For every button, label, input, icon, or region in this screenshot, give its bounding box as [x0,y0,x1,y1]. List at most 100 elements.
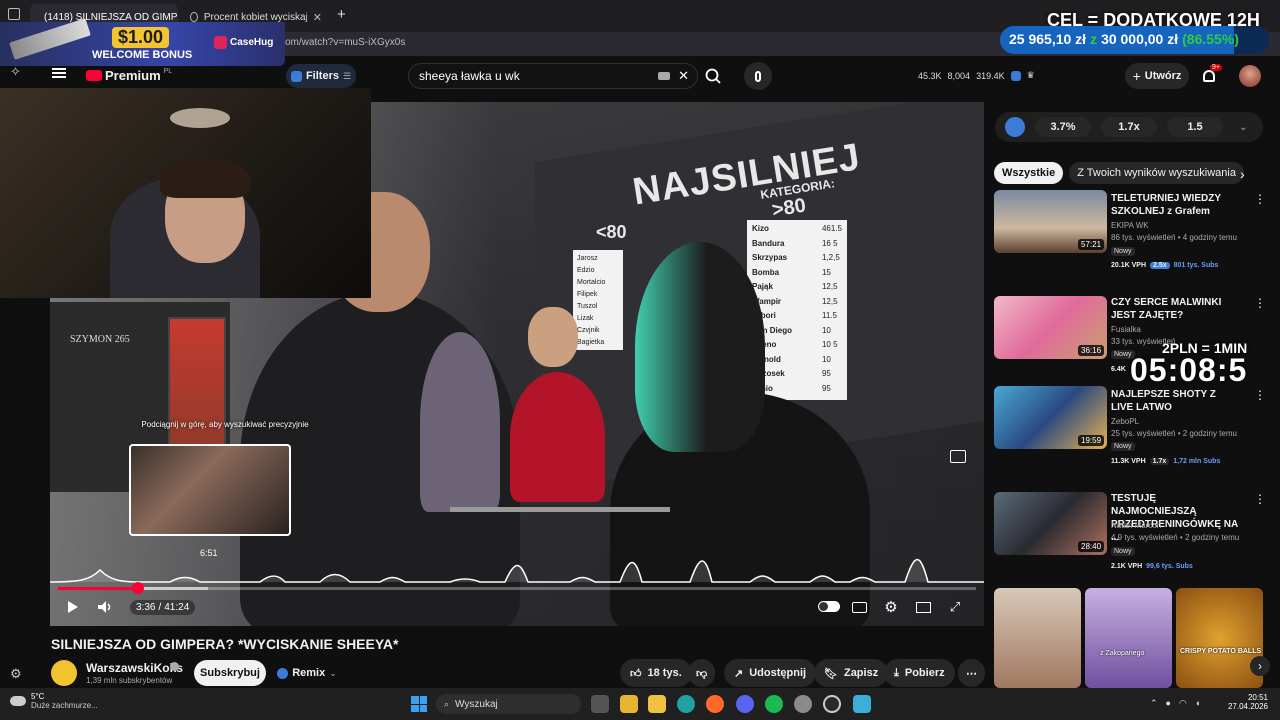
microphone-icon[interactable]: ● [1166,698,1171,709]
clock[interactable]: 20:51 27.04.2026 [1218,693,1268,711]
play-button[interactable] [61,596,83,618]
short-thumbnail[interactable] [1176,588,1263,688]
vph: 20.1K VPH [1111,262,1147,269]
sidebar-video[interactable]: 19:59 NAJLEPSZE SHOTY Z LIVE LATWO ZeboP… [994,386,1266,476]
more-actions-button[interactable]: ⋯ [958,659,985,687]
create-button[interactable]: + Utwórz [1125,63,1189,89]
spotify-icon[interactable] [765,695,783,713]
wifi-icon[interactable]: ◠ [1179,698,1187,709]
discord-icon[interactable] [736,695,754,713]
shorts-next-button[interactable]: › [1250,656,1270,676]
goal-text: 25 965,10 zł z 30 000,00 zł (86.55%) [1009,31,1239,47]
taskbar-search[interactable]: ⌕ Wyszukaj [436,694,581,714]
search-button[interactable] [698,63,728,89]
url-input[interactable]: om/watch?v=muS-iXGyx0s [285,37,405,48]
bell-icon [1203,70,1215,82]
person-red-hoodie [510,372,605,502]
more-options-icon[interactable]: ⋮ [1254,296,1266,310]
settings-button[interactable]: ⚙ [880,596,902,618]
fullscreen-button[interactable]: ⤢ [944,596,966,618]
clock-date: 27.04.2026 [1227,702,1268,711]
new-badge: Nowy [1111,442,1135,451]
more-options-icon[interactable]: ⋮ [1254,192,1266,206]
autoplay-toggle[interactable] [818,601,840,612]
start-button[interactable] [411,696,427,712]
more-options-icon[interactable]: ⋮ [1254,492,1266,506]
chip-from-search[interactable]: Z Twoich wyników wyszukiwania [1069,162,1244,184]
save-button[interactable]: 🔖︎ Zapisz [814,659,889,687]
weather-widget[interactable]: 5°C Duże zachmurze... [10,692,98,710]
volume-button[interactable] [94,596,116,618]
dislike-button[interactable]: 👎︎ [688,659,716,687]
channel-avatar[interactable] [51,660,77,686]
speaker-icon[interactable]: ◖ [1195,698,1200,709]
sidebar-video[interactable]: 36:16 CZY SERCE MALWINKI JEST ZAJĘTE? Fu… [994,296,1266,376]
toggle-knob [819,602,828,611]
clear-search-icon[interactable]: ✕ [678,68,689,84]
chevron-up-icon[interactable]: ⌃ [1150,698,1158,709]
chips-next-button[interactable]: › [1240,166,1245,182]
file-explorer-icon[interactable] [648,695,666,713]
channel-name[interactable]: WarszawskiKoks [86,661,183,675]
youtube-logo[interactable]: Premium PL [86,68,172,83]
menu-icon[interactable] [52,68,66,78]
search-input[interactable]: sheeya ławka u wk ✕ [408,63,698,89]
fullscreen-icon: ⤢ [949,599,961,614]
video-title[interactable]: NAJLEPSZE SHOTY Z LIVE LATWO [1111,388,1239,414]
progress-scrubber[interactable] [131,582,144,594]
share-button[interactable]: ↗ Udostępnij [724,659,817,687]
edge-icon[interactable] [677,695,695,713]
video-channel[interactable]: Fusialka [1111,324,1141,335]
seek-preview-thumbnail [129,444,291,536]
iq-stat: 1.5 [1167,117,1223,137]
settings-icon[interactable]: ⚙ [10,666,22,682]
new-tab-button[interactable]: + [337,6,346,23]
download-button[interactable]: ⤓ Pobierz [884,659,955,687]
subs-count: 99,6 tys. Subs [1146,563,1193,570]
firefox-icon[interactable] [706,695,724,713]
screenshot-button[interactable] [947,445,969,467]
vph: 6.4K [1111,366,1126,373]
vph-stats: 20.1K VPH 2.5x 801 tys. Subs [1111,262,1218,269]
subscribers-stat: 45.3K [918,70,942,81]
remix-button[interactable]: Remix ⌄ [272,660,342,686]
sidebar-video[interactable]: 57:21 TELETURNIEJ WIEDZY SZKOLNEJ z Graf… [994,190,1266,280]
system-tray[interactable]: ⌃ ● ◠ ◖ [1150,698,1200,709]
video-duration: 57:21 [1078,239,1105,250]
iq-icon[interactable] [1005,117,1025,137]
chevron-down-icon[interactable]: ⌄ [1239,122,1247,133]
video-channel[interactable]: ZeboPL [1111,416,1139,427]
video-title[interactable]: TELETURNIEJ WIEDZY SZKOLNEJ z Grafem [1111,192,1239,218]
short-thumbnail[interactable] [994,588,1081,688]
iq-icon[interactable] [1010,70,1021,81]
category-low: <80 [596,222,627,242]
obs-icon[interactable] [823,695,841,713]
notifications-button[interactable]: 9+ [1200,64,1222,86]
trophy-icon[interactable]: ♛ [1027,70,1035,81]
notepad-icon[interactable] [853,695,871,713]
voice-search-button[interactable] [744,62,772,90]
sidebar-video[interactable]: 28:40 TESTUJĘ NAJMOCNIEJSZĄ PRZEDTRENING… [994,492,1266,577]
keyboard-icon[interactable] [658,72,671,80]
subscribe-button[interactable]: Subskrybuj [194,660,266,686]
short-thumbnail[interactable] [1085,588,1172,688]
like-button[interactable]: 👍︎ 18 tys. [620,659,692,687]
subtitles-button[interactable] [848,596,870,618]
clock-time: 20:51 [1247,693,1268,702]
sparkle-icon[interactable]: ✧ [10,64,21,80]
more-options-icon[interactable]: ⋮ [1254,388,1266,402]
video-channel[interactable]: EKIPA WK [1111,220,1149,231]
avatar[interactable] [1239,65,1261,87]
tab-list-icon[interactable] [8,8,20,20]
plus-icon: + [1132,68,1141,84]
filters-button[interactable]: Filters ☰ [286,64,356,88]
task-view-icon[interactable] [591,695,609,713]
miniplayer-button[interactable] [912,596,934,618]
chip-all[interactable]: Wszystkie [994,162,1064,184]
folder-icon[interactable] [620,695,638,713]
video-channel[interactable]: Natan Marcoń [1111,520,1161,531]
settings-app-icon[interactable] [794,695,812,713]
video-title[interactable]: CZY SERCE MALWINKI JEST ZAJĘTE? [1111,296,1239,322]
ranking-list-low: Jarosz Edzio Mortalcio Filipek Tuszol Li… [573,250,623,350]
close-tab-icon[interactable]: ✕ [313,11,322,24]
